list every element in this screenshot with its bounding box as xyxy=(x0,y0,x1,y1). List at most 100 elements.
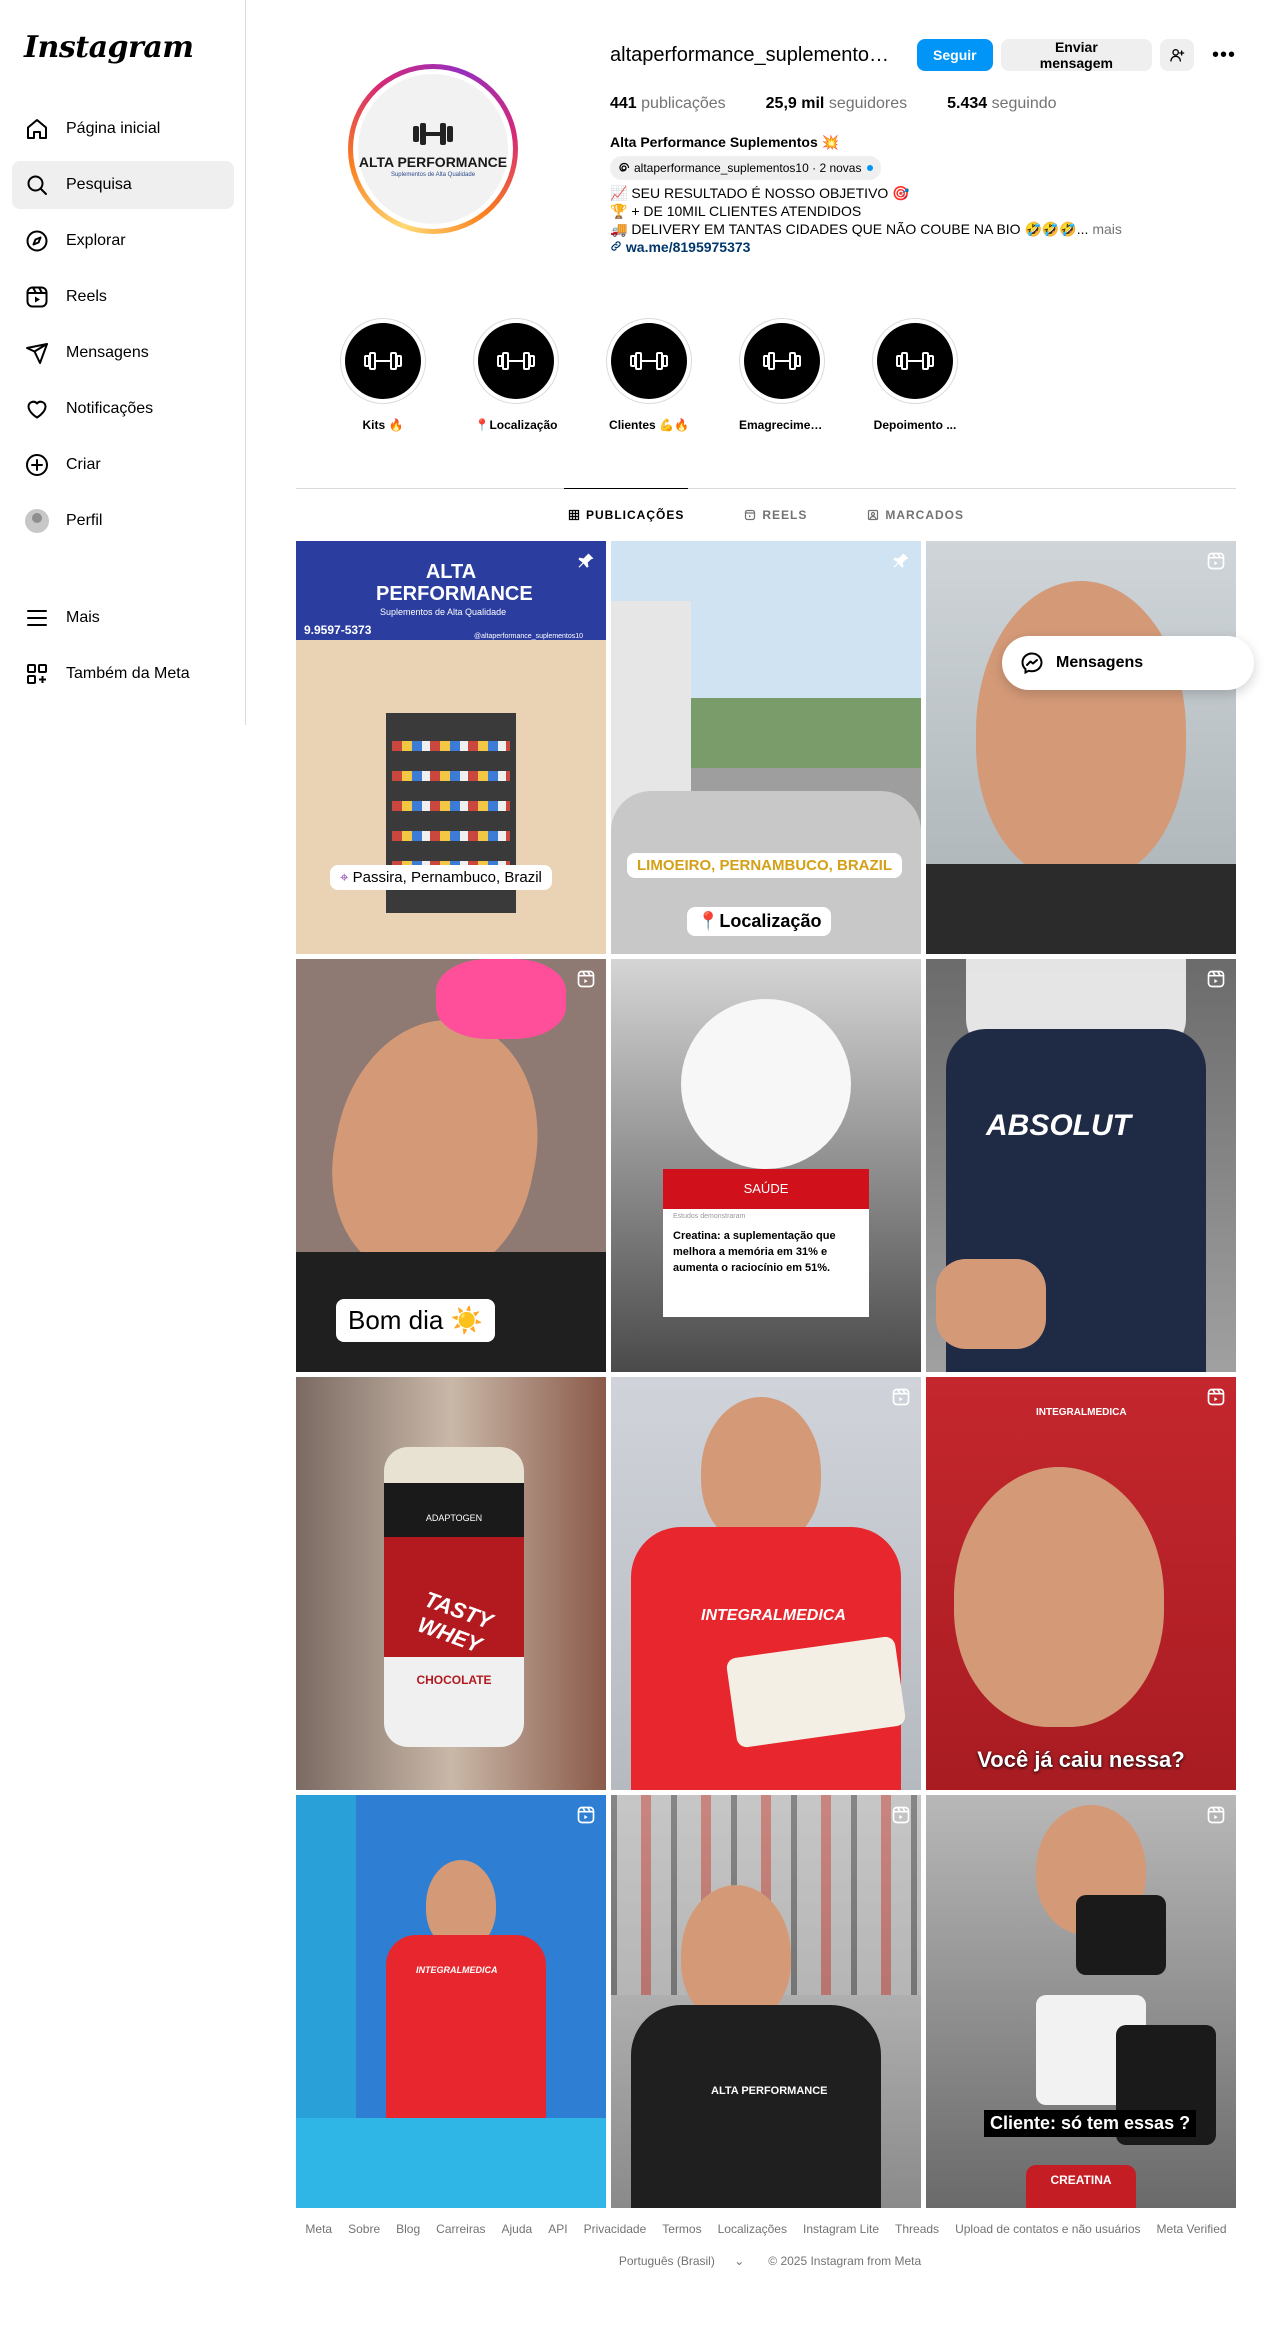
sidebar-item-messages[interactable]: Mensagens xyxy=(12,329,234,377)
reels-tab-icon xyxy=(745,509,756,521)
messenger-bubble-icon xyxy=(1021,652,1043,675)
shirt-print: INTEGRALMEDICA xyxy=(701,1607,846,1624)
tab-reels[interactable]: REELS xyxy=(744,489,807,541)
news-card-text: Creatina: a suplementação que melhora a … xyxy=(673,1230,836,1274)
threads-handle: altaperformance_suplementos10 · 2 novas xyxy=(634,161,862,175)
sidebar-item-explore[interactable]: Explorar xyxy=(12,217,234,265)
reel-icon xyxy=(892,1806,910,1824)
sidebar-item-notifications[interactable]: Notificações xyxy=(12,385,234,433)
dumbbell-icon xyxy=(497,352,535,370)
post-thumbnail[interactable]: INTEGRALMEDICA xyxy=(611,1377,921,1790)
footer-link[interactable]: Upload de contatos e não usuários xyxy=(955,2222,1140,2236)
tab-posts[interactable]: PUBLICAÇÕES xyxy=(563,488,689,541)
reel-icon xyxy=(1207,552,1225,570)
new-indicator-dot xyxy=(867,165,874,171)
footer-link[interactable]: Privacidade xyxy=(584,2222,647,2236)
language-selector[interactable]: Português (Brasil) ⌄ xyxy=(611,2254,752,2268)
shirt-print: INTEGRALMEDICA xyxy=(416,1965,498,1975)
footer-link[interactable]: Ajuda xyxy=(502,2222,533,2236)
sidebar-item-home[interactable]: Página inicial xyxy=(12,105,234,153)
following-count[interactable]: 5.434 seguindo xyxy=(947,95,1056,113)
bio-link-row: wa.me/8195975373 xyxy=(610,238,1240,256)
send-message-button[interactable]: Enviar mensagem xyxy=(1000,39,1153,71)
sidebar-item-create[interactable]: Criar xyxy=(12,441,234,489)
footer-link[interactable]: Sobre xyxy=(348,2222,380,2236)
plus-square-icon xyxy=(24,452,50,478)
bio-line: 📈 SEU RESULTADO É NOSSO OBJETIVO 🎯 xyxy=(610,185,910,201)
dumbbell-icon xyxy=(364,352,402,370)
link-icon xyxy=(611,241,621,251)
shirt-print: ABSOLUT xyxy=(986,1109,1131,1142)
footer-link[interactable]: Termos xyxy=(662,2222,701,2236)
shelf xyxy=(392,801,510,811)
post-thumbnail[interactable]: ABSOLUT xyxy=(926,959,1236,1372)
follow-button[interactable]: Seguir xyxy=(917,39,993,71)
tagged-icon xyxy=(868,509,879,521)
instagram-logo[interactable]: Instagram xyxy=(24,30,194,65)
news-card: SAÚDE Estudos demonstraram Creatina: a s… xyxy=(663,1169,869,1317)
highlight-clients[interactable]: Clientes 💪🔥 xyxy=(606,318,692,432)
sidebar-item-profile[interactable]: Perfil xyxy=(12,497,234,545)
post-thumbnail[interactable] xyxy=(926,541,1236,954)
highlight-location[interactable]: 📍Localização xyxy=(473,318,559,432)
profile-username: altaperformance_suplementos... xyxy=(610,43,896,66)
heart-icon xyxy=(24,396,50,422)
footer-link[interactable]: API xyxy=(548,2222,567,2236)
highlight-kits[interactable]: Kits 🔥 xyxy=(340,318,426,432)
sidebar-item-more[interactable]: Mais xyxy=(12,594,234,642)
bio-line: 🏆 + DE 10MIL CLIENTES ATENDIDOS xyxy=(610,203,862,219)
highlight-label: Clientes 💪🔥 xyxy=(609,418,689,432)
sidebar-item-search[interactable]: Pesquisa xyxy=(12,161,234,209)
post-thumbnail[interactable]: ALTA PERFORMANCE Suplementos de Alta Qua… xyxy=(296,541,606,954)
highlight-label: Kits 🔥 xyxy=(362,418,404,432)
shirt-print: ALTA PERFORMANCE xyxy=(711,2085,828,2097)
person-shirt: ALTA PERFORMANCE xyxy=(631,2005,881,2208)
highlight-weight-loss[interactable]: Emagrecimen... xyxy=(739,318,825,432)
footer-link[interactable]: Carreiras xyxy=(436,2222,485,2236)
footer-link[interactable]: Meta Verified xyxy=(1157,2222,1227,2236)
post-thumbnail[interactable]: ALTA PERFORMANCE xyxy=(611,1795,921,2208)
pinned-icon xyxy=(893,553,909,568)
profile-picture[interactable]: ALTA PERFORMANCE Suplementos de Alta Qua… xyxy=(348,64,518,234)
profile-picture-brand: ALTA PERFORMANCE xyxy=(358,154,508,170)
followers-count[interactable]: 25,9 mil seguidores xyxy=(766,95,907,113)
post-thumbnail[interactable]: SAÚDE Estudos demonstraram Creatina: a s… xyxy=(611,959,921,1372)
shelf xyxy=(392,741,510,751)
footer-link[interactable]: Localizações xyxy=(718,2222,787,2236)
threads-badge[interactable]: altaperformance_suplementos10 · 2 novas xyxy=(610,156,882,180)
tab-tagged[interactable]: MARCADOS xyxy=(867,489,964,541)
highlight-label: Emagrecimen... xyxy=(739,418,825,432)
post-thumbnail[interactable]: INTEGRALMEDICA Você já caiu nessa? xyxy=(926,1377,1236,1790)
post-thumbnail[interactable]: ADAPTOGEN TASTY WHEY CHOCOLATE xyxy=(296,1377,606,1790)
suggested-users-button[interactable] xyxy=(1160,39,1195,71)
post-thumbnail[interactable]: Bom dia ☀️ xyxy=(296,959,606,1372)
sidebar-item-reels[interactable]: Reels xyxy=(12,273,234,321)
highlight-testimonials[interactable]: Depoimento ... xyxy=(872,318,958,432)
footer-link[interactable]: Instagram Lite xyxy=(803,2222,879,2236)
person-face xyxy=(954,1467,1164,1727)
threads-icon xyxy=(619,162,630,172)
sidebar-item-meta[interactable]: Também da Meta xyxy=(12,650,234,698)
jar-brand: ADAPTOGEN xyxy=(425,1513,483,1523)
post-thumbnail[interactable]: LIMOEIRO, PERNAMBUCO, BRAZIL 📍Localizaçã… xyxy=(611,541,921,954)
location-sticker: ⌖ Passira, Pernambuco, Brazil xyxy=(330,865,552,890)
chevron-down-icon: ⌄ xyxy=(734,2254,745,2268)
reel-icon xyxy=(577,1806,595,1824)
bio-line-truncated: 🚚 DELIVERY EM TANTAS CIDADES QUE NÃO COU… xyxy=(610,221,1122,237)
more-options-button[interactable]: ••• xyxy=(1208,39,1240,71)
bio-more-link[interactable]: mais xyxy=(1092,221,1122,237)
footer-link[interactable]: Meta xyxy=(305,2222,332,2236)
post-thumbnail[interactable]: CREATINA Cliente: só tem essas ? xyxy=(926,1795,1236,2208)
post-caption-sticker: 📍Localização xyxy=(687,907,832,936)
avatar xyxy=(24,508,50,534)
posts-count: 441 publicações xyxy=(610,95,726,112)
footer-link[interactable]: Blog xyxy=(396,2222,420,2236)
floating-messages-button[interactable]: Mensagens xyxy=(1002,636,1254,690)
post-thumbnail[interactable]: INTEGRALMEDICA xyxy=(296,1795,606,2208)
sidebar-item-label: Perfil xyxy=(66,512,103,529)
bio-external-link[interactable]: wa.me/8195975373 xyxy=(626,239,751,255)
hand-with-phone xyxy=(936,1259,1046,1349)
bag-brand: INTEGRALMEDICA xyxy=(1036,1407,1127,1418)
footer-link[interactable]: Threads xyxy=(895,2222,939,2236)
sidebar-item-label: Mais xyxy=(66,609,100,626)
